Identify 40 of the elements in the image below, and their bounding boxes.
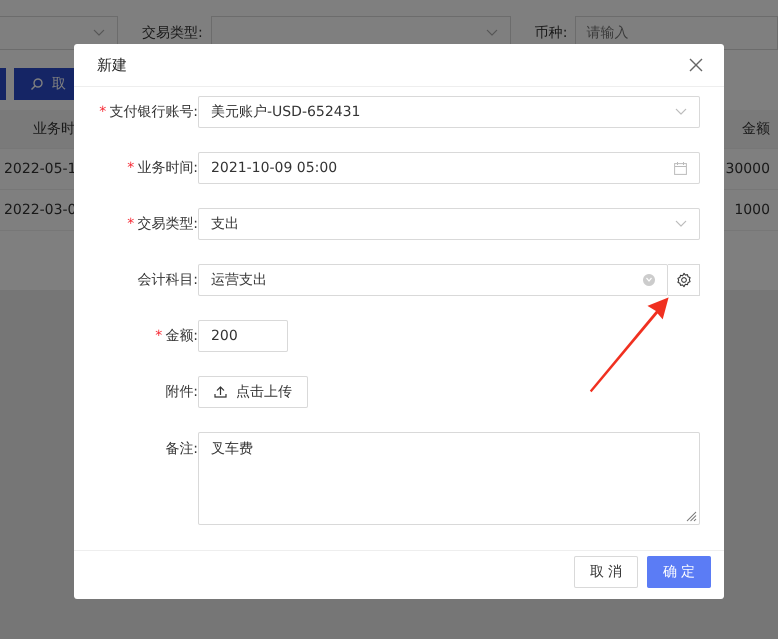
select-field[interactable]: 美元账户-USD-652431 [198,96,700,128]
settings-button[interactable] [668,264,700,296]
required-mark: * [155,328,162,344]
field-label: 备注: [165,440,198,458]
table-cell: 1000 [734,202,770,218]
column-header: 金额 [742,120,770,138]
field-label: 附件: [165,383,198,401]
table-cell: 2022-05-1 [4,161,76,177]
resize-handle-icon[interactable] [685,510,697,522]
filter-label: 币种: [534,24,568,42]
upload-icon [214,386,227,398]
field-label: 金额: [165,327,198,345]
table-cell: 30000 [725,161,770,177]
required-mark: * [99,104,106,120]
dialog-title: 新建 [97,56,127,74]
filter-label: 交易类型: [142,24,203,42]
confirm-button[interactable]: 确 定 [647,556,711,588]
chevron-icon [675,108,687,116]
field-label: 会计科目: [137,271,198,289]
chevron-icon [675,220,687,228]
close-icon[interactable] [689,58,703,72]
field-label: 业务时间: [137,159,198,177]
select-field[interactable]: 支出 [198,208,700,240]
field-label: 交易类型: [137,215,198,233]
cancel-button[interactable]: 取 消 [574,556,638,588]
notes-field[interactable]: 叉车费 [198,432,700,525]
date-field[interactable]: 2021-10-09 05:00 [198,152,700,184]
amount-field[interactable]: 200 [198,320,288,352]
column-header: 业务时 [32,120,75,138]
table-cell: 2022-03-0 [4,202,76,218]
upload-button[interactable]: 点击上传 [198,376,308,408]
required-mark: * [127,216,134,232]
settings-icon [676,272,692,288]
required-mark: * [127,160,134,176]
chevron-icon [486,29,498,37]
field-label: 支付银行账号: [109,103,198,121]
search-icon [30,77,44,91]
calendar-icon [674,162,687,174]
select-field[interactable]: 运营支出 [198,264,668,296]
chevron-icon [93,29,105,37]
